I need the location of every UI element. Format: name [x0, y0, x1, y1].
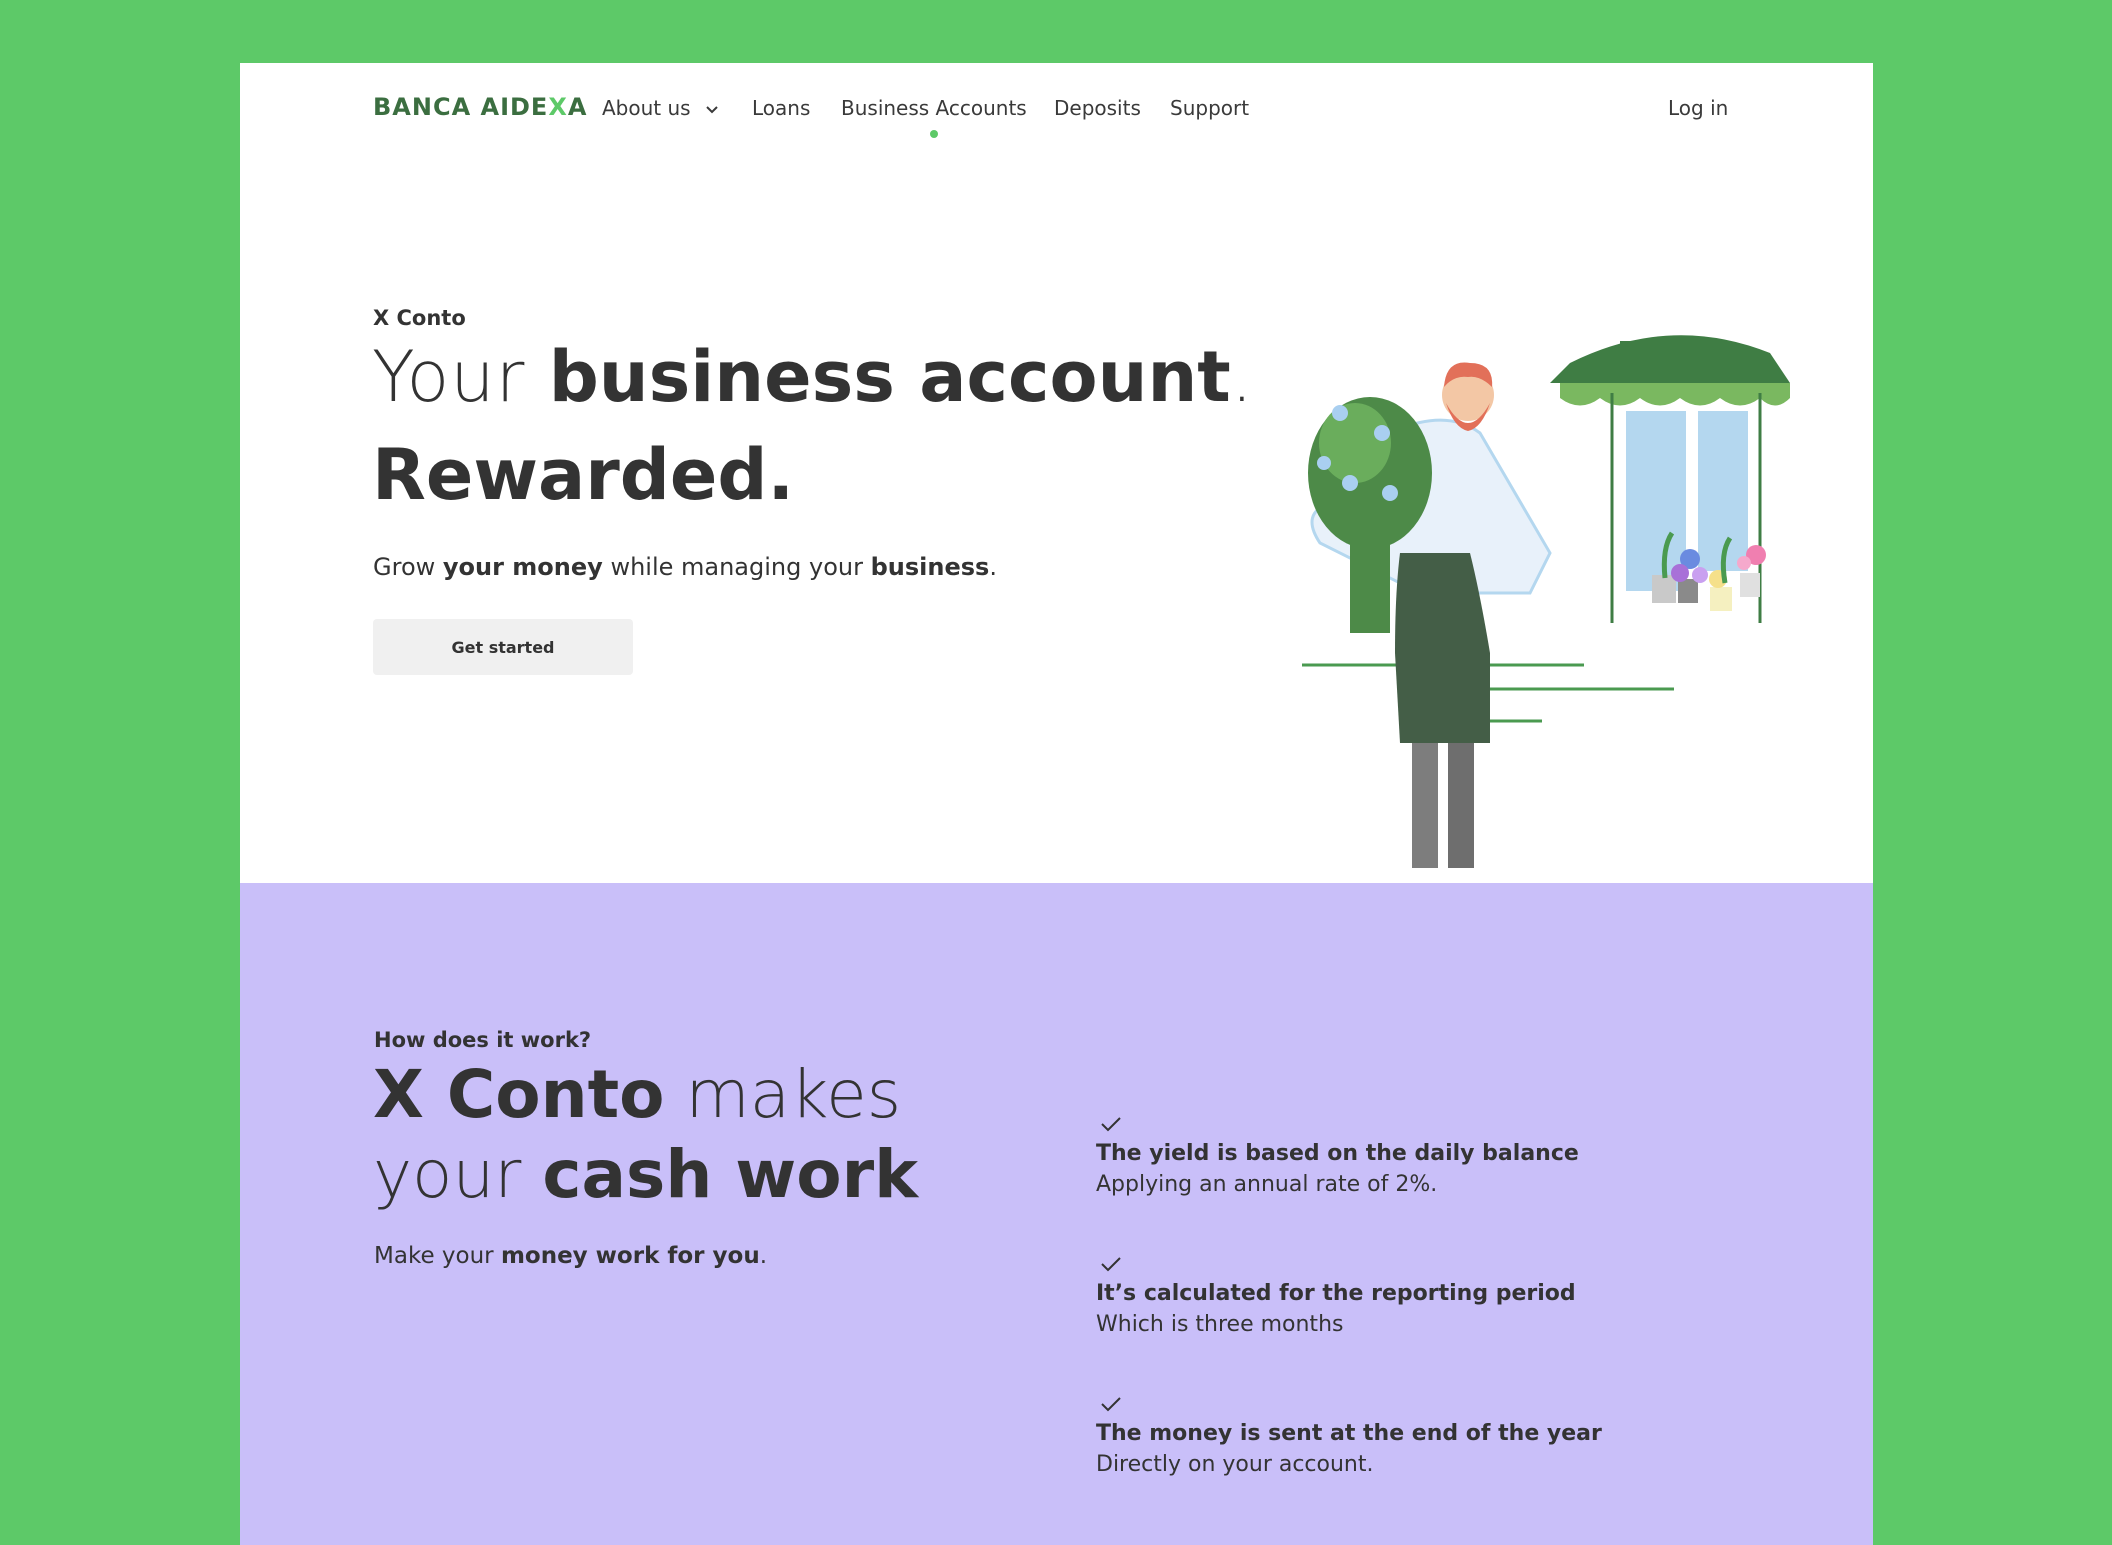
hero-sub-bold: business [870, 553, 990, 581]
nav-about-us-label: About us [602, 96, 691, 120]
hero-title-thin: Your [372, 336, 549, 418]
feature-title: The yield is based on the daily balance [1096, 1141, 1579, 1166]
nav-business-accounts-label: Business Accounts [841, 96, 1027, 120]
feature-description: Applying an annual rate of 2%. [1096, 1172, 1438, 1197]
active-indicator-dot [929, 130, 938, 138]
hero-title-bold: business account [548, 336, 1231, 418]
how-title-bold: cash work [542, 1136, 919, 1213]
hero-sub-text: while managing your [602, 553, 871, 581]
chevron-down-icon [706, 105, 718, 113]
login-link[interactable]: Log in [1668, 96, 1728, 120]
how-subtitle: Make your money work for you. [374, 1243, 767, 1269]
hero-eyebrow: X Conto [373, 306, 466, 330]
how-it-works-section: How does it work? X Conto makes your cas… [240, 883, 1873, 1545]
hero-subtitle: Grow your money while managing your busi… [373, 553, 997, 581]
hero-sub-text: . [989, 553, 997, 581]
how-title: X Conto makes your cash work [373, 1055, 918, 1215]
hero-title-period: . [1230, 336, 1255, 418]
how-title-thin: your [373, 1136, 543, 1213]
get-started-button[interactable]: Get started [373, 619, 633, 675]
how-sub-text: Make your [374, 1243, 501, 1269]
feature-title: It’s calculated for the reporting period [1096, 1281, 1576, 1306]
feature-title: The money is sent at the end of the year [1096, 1421, 1602, 1446]
logo-text-prefix: BANCA AIDE [373, 93, 549, 121]
nav-loans[interactable]: Loans [752, 96, 810, 120]
feature-item: The yield is based on the daily balance … [1096, 1115, 1736, 1197]
feature-description: Which is three months [1096, 1312, 1344, 1337]
how-sub-text: . [759, 1243, 768, 1269]
hero-title-line2: Rewarded. [372, 434, 795, 516]
hero-sub-bold: your money [442, 553, 603, 581]
nav-deposits[interactable]: Deposits [1054, 96, 1141, 120]
how-eyebrow: How does it work? [374, 1028, 592, 1052]
check-icon [1101, 1397, 1121, 1412]
check-icon [1101, 1117, 1121, 1132]
nav-business-accounts[interactable]: Business Accounts [841, 96, 1027, 138]
logo-text-suffix: A [567, 93, 588, 121]
top-navigation: BANCA AIDEXA About us Loans Business Acc… [240, 63, 1873, 173]
hero-title: Your business account. Rewarded. [372, 328, 1254, 524]
how-title-bold: X Conto [373, 1056, 665, 1133]
feature-description: Directly on your account. [1096, 1452, 1374, 1477]
check-icon [1101, 1257, 1121, 1272]
nav-about-us[interactable]: About us [602, 96, 719, 120]
how-title-thin: makes [664, 1056, 902, 1133]
feature-item: The money is sent at the end of the year… [1096, 1395, 1736, 1477]
hero-sub-text: Grow [373, 553, 443, 581]
page: BANCA AIDEXA About us Loans Business Acc… [240, 63, 1873, 1545]
logo-text-x: X [548, 93, 568, 121]
how-sub-bold: money work for you [500, 1243, 760, 1269]
nav-support[interactable]: Support [1170, 96, 1249, 120]
feature-item: It’s calculated for the reporting period… [1096, 1255, 1736, 1337]
florist-illustration [1302, 335, 1790, 868]
banca-aidexa-logo[interactable]: BANCA AIDEXA [373, 93, 587, 121]
